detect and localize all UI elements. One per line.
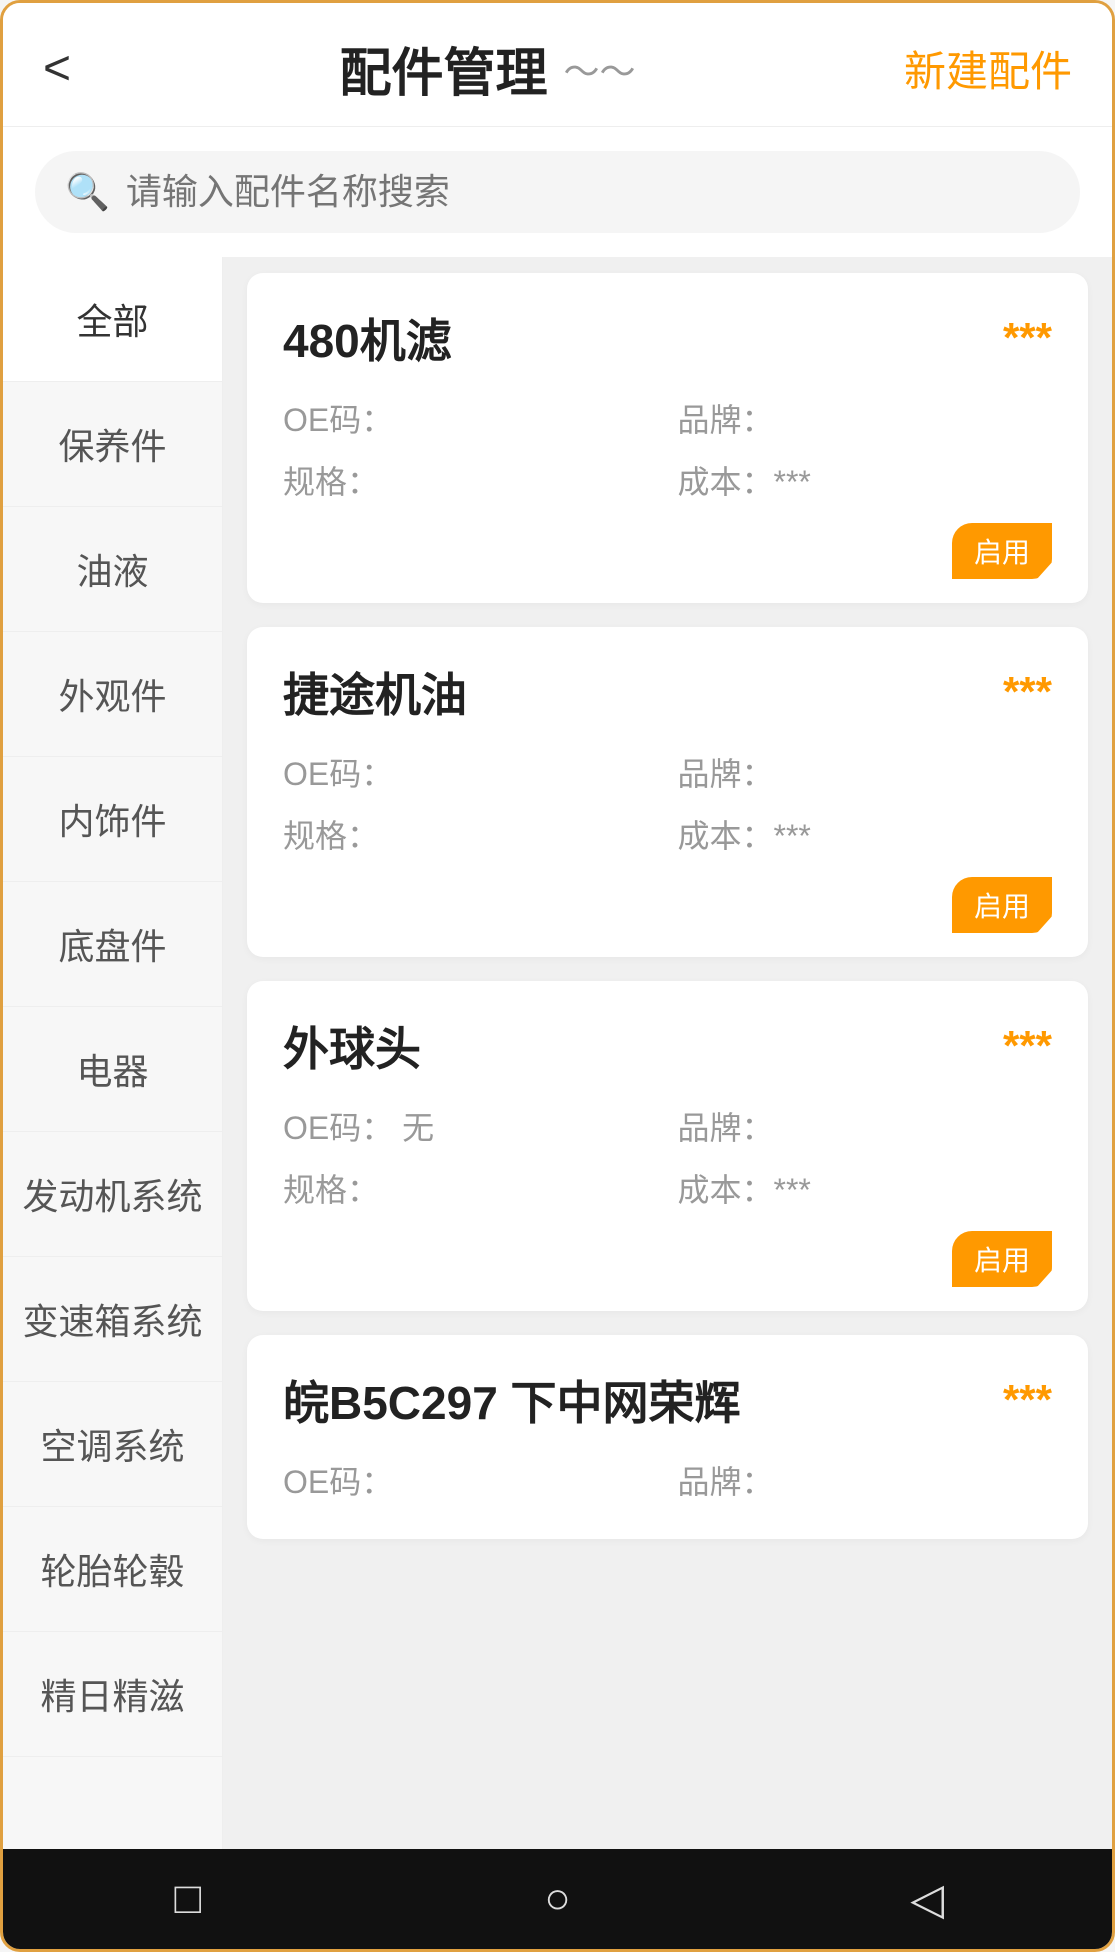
part-name: 皖B5C297 下中网荣辉 — [283, 1367, 741, 1433]
brand-label: 品牌： — [678, 1457, 1053, 1503]
content-area: 全部 保养件 油液 外观件 内饰件 底盘件 电器 发动机系统 变速箱系统 空调系… — [3, 257, 1112, 1849]
search-input[interactable] — [126, 171, 1050, 213]
sidebar-item-interior[interactable]: 内饰件 — [3, 757, 222, 882]
part-stars: *** — [1003, 668, 1052, 716]
page-title: 配件管理 — [339, 31, 547, 106]
card-header: 皖B5C297 下中网荣辉 *** — [283, 1367, 1052, 1433]
nav-circle-button[interactable]: ○ — [517, 1859, 597, 1939]
brand-label: 品牌： — [678, 395, 1053, 441]
sidebar-item-tires[interactable]: 轮胎轮毂 — [3, 1507, 222, 1632]
sidebar-item-all[interactable]: 全部 — [3, 257, 222, 382]
cost-label: 成本：*** — [678, 1165, 1053, 1211]
sidebar-item-maintenance[interactable]: 保养件 — [3, 382, 222, 507]
card-header: 捷途机油 *** — [283, 659, 1052, 725]
badge-row: 启用 — [283, 877, 1052, 941]
badge-row: 启用 — [283, 1231, 1052, 1295]
card-header: 外球头 *** — [283, 1013, 1052, 1079]
search-icon: 🔍 — [65, 171, 110, 213]
bottom-nav: □ ○ ◁ — [3, 1849, 1112, 1949]
part-stars: *** — [1003, 1376, 1052, 1424]
cost-value: *** — [774, 464, 811, 500]
part-fields: OE码： 无 品牌： 规格： 成本：*** — [283, 1103, 1052, 1211]
oe-label: OE码： 无 — [283, 1103, 658, 1149]
part-name: 480机滤 — [283, 305, 452, 371]
spec-label: 规格： — [283, 1165, 658, 1211]
enable-badge: 启用 — [952, 877, 1052, 933]
spec-label: 规格： — [283, 457, 658, 503]
part-name: 捷途机油 — [283, 659, 467, 725]
cost-value: *** — [774, 1172, 811, 1208]
part-name: 外球头 — [283, 1013, 421, 1079]
cost-label: 成本：*** — [678, 811, 1053, 857]
oe-label: OE码： — [283, 1457, 658, 1503]
brand-label: 品牌： — [678, 749, 1053, 795]
sidebar-item-exterior[interactable]: 外观件 — [3, 632, 222, 757]
oe-label: OE码： — [283, 395, 658, 441]
header: < 配件管理 ～～ 新建配件 — [3, 3, 1112, 127]
sidebar-item-chassis[interactable]: 底盘件 — [3, 882, 222, 1007]
cost-value: *** — [774, 818, 811, 854]
brand-label: 品牌： — [678, 1103, 1053, 1149]
sidebar-item-oil[interactable]: 油液 — [3, 507, 222, 632]
back-button[interactable]: < — [43, 41, 71, 96]
spec-label: 规格： — [283, 811, 658, 857]
part-card[interactable]: 捷途机油 *** OE码： 品牌： 规格： 成本：*** 启用 — [247, 627, 1088, 957]
sidebar-item-misc[interactable]: 精日精滋 — [3, 1632, 222, 1757]
sidebar-item-engine[interactable]: 发动机系统 — [3, 1132, 222, 1257]
sidebar-item-electrical[interactable]: 电器 — [3, 1007, 222, 1132]
part-fields: OE码： 品牌： 规格： 成本：*** — [283, 395, 1052, 503]
phone-frame: < 配件管理 ～～ 新建配件 🔍 全部 保养件 油液 外观件 内饰件 底盘件 电… — [0, 0, 1115, 1952]
new-part-button[interactable]: 新建配件 — [904, 38, 1072, 99]
card-header: 480机滤 *** — [283, 305, 1052, 371]
eye-icon[interactable]: ～～ — [564, 43, 636, 95]
enable-badge: 启用 — [952, 1231, 1052, 1287]
badge-row: 启用 — [283, 523, 1052, 587]
part-fields: OE码： 品牌： 规格： 成本：*** — [283, 749, 1052, 857]
part-card[interactable]: 外球头 *** OE码： 无 品牌： 规格： 成本：*** 启用 — [247, 981, 1088, 1311]
oe-label: OE码： — [283, 749, 658, 795]
cost-label: 成本：*** — [678, 457, 1053, 503]
nav-square-button[interactable]: □ — [148, 1859, 228, 1939]
sidebar-item-transmission[interactable]: 变速箱系统 — [3, 1257, 222, 1382]
part-fields: OE码： 品牌： — [283, 1457, 1052, 1503]
enable-badge: 启用 — [952, 523, 1052, 579]
search-bar: 🔍 — [35, 151, 1080, 233]
sidebar: 全部 保养件 油液 外观件 内饰件 底盘件 电器 发动机系统 变速箱系统 空调系… — [3, 257, 223, 1849]
sidebar-item-ac[interactable]: 空调系统 — [3, 1382, 222, 1507]
part-card[interactable]: 皖B5C297 下中网荣辉 *** OE码： 品牌： — [247, 1335, 1088, 1539]
part-card[interactable]: 480机滤 *** OE码： 品牌： 规格： 成本：*** 启用 — [247, 273, 1088, 603]
header-title-wrap: 配件管理 ～～ — [339, 31, 635, 106]
nav-back-button[interactable]: ◁ — [887, 1859, 967, 1939]
part-stars: *** — [1003, 1022, 1052, 1070]
part-stars: *** — [1003, 314, 1052, 362]
parts-list: 480机滤 *** OE码： 品牌： 规格： 成本：*** 启用 捷途机油 **… — [223, 257, 1112, 1849]
